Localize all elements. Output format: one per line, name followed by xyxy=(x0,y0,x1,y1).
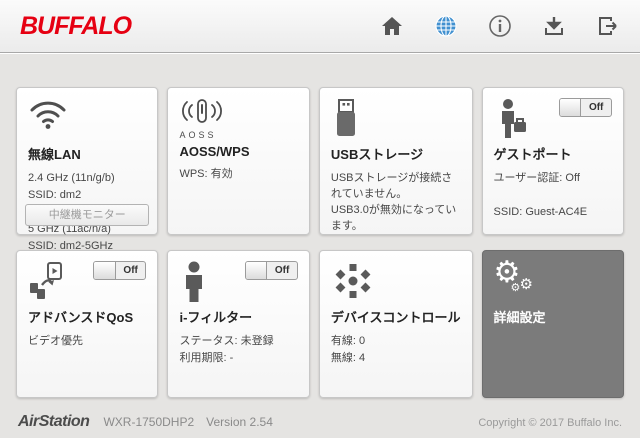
card-title: アドバンスドQoS xyxy=(28,310,134,325)
qos-mode: ビデオ優先 xyxy=(28,335,83,347)
repeater-monitor-button[interactable]: 中継機モニター xyxy=(25,204,150,226)
model-number: WXR-1750DHP2 xyxy=(103,415,195,429)
header: BUFFALO xyxy=(0,0,640,53)
card-i-filter[interactable]: Off i-フィルター ステータス: 未登録 利用期限: - xyxy=(167,250,310,398)
toggle-knob xyxy=(94,262,116,279)
card-guest-port[interactable]: Off ゲストポート ユーザー認証: Off SSID: Guest-AC4E xyxy=(481,87,624,235)
toggle-label: Off xyxy=(123,265,138,276)
wifi-icon xyxy=(30,101,66,129)
footer: AirStation WXR-1750DHP2 Version 2.54 Cop… xyxy=(0,398,640,431)
guest-port-toggle[interactable]: Off xyxy=(558,98,612,117)
card-advanced-settings[interactable]: ⚙ ⚙ ⚙ 詳細設定 xyxy=(481,250,624,398)
info-icon[interactable] xyxy=(488,14,512,38)
card-wireless-lan[interactable]: 無線LAN 2.4 GHz (11n/g/b) SSID: dm2 5 GHz … xyxy=(16,87,159,252)
gears-icon: ⚙ ⚙ ⚙ xyxy=(493,256,533,294)
card-device-control[interactable]: デバイスコントロール 有線: 0 無線: 4 xyxy=(318,250,473,398)
home-icon[interactable] xyxy=(380,14,404,38)
qos-toggle[interactable]: Off xyxy=(93,261,147,280)
card-title: AOSS/WPS xyxy=(179,144,250,159)
card-title: ゲストポート xyxy=(493,147,572,162)
buffalo-logo: BUFFALO xyxy=(20,11,132,40)
copyright: Copyright © 2017 Buffalo Inc. xyxy=(478,417,622,429)
wps-status: WPS: 有効 xyxy=(179,168,233,180)
card-title: 詳細設定 xyxy=(493,310,546,325)
card-usb-storage[interactable]: USBストレージ USBストレージが接続されていません。 USB3.0が無効にな… xyxy=(318,87,473,235)
i-filter-toggle[interactable]: Off xyxy=(244,261,298,280)
usb-icon xyxy=(336,99,355,136)
logout-icon[interactable] xyxy=(596,14,620,38)
header-icons xyxy=(380,14,620,38)
usb-status: USBストレージが接続されていません。 xyxy=(330,172,453,200)
usb3-status: USB3.0が無効になっています。 xyxy=(330,204,457,232)
dashboard: 無線LAN 2.4 GHz (11n/g/b) SSID: dm2 5 GHz … xyxy=(0,53,640,398)
filter-status: ステータス: 未登録 xyxy=(179,335,274,347)
guest-icon xyxy=(501,99,526,138)
toggle-knob xyxy=(559,99,582,116)
card-title: デバイスコントロール xyxy=(330,310,461,325)
wired-count: 有線: 0 xyxy=(330,335,366,347)
aoss-caption: AOSS xyxy=(179,130,217,140)
card-title: i-フィルター xyxy=(179,310,253,325)
card-grid: 無線LAN 2.4 GHz (11n/g/b) SSID: dm2 5 GHz … xyxy=(16,87,624,398)
aoss-icon xyxy=(182,99,223,123)
wireless-24ghz: 2.4 GHz (11n/g/b) xyxy=(28,172,115,184)
wireless-count: 無線: 4 xyxy=(330,352,366,364)
card-title: 無線LAN xyxy=(28,147,81,162)
guest-ssid: SSID: Guest-AC4E xyxy=(493,206,588,218)
card-title: USBストレージ xyxy=(330,147,424,162)
card-advanced-qos[interactable]: Off アドバンスドQoS ビデオ優先 xyxy=(16,250,159,398)
download-icon[interactable] xyxy=(542,14,566,38)
airstation-logo: AirStation xyxy=(18,413,90,430)
toggle-knob xyxy=(245,262,268,279)
wireless-24ghz-ssid: SSID: dm2 xyxy=(28,189,82,201)
toggle-label: Off xyxy=(588,102,604,113)
devices-icon xyxy=(335,264,371,298)
toggle-label: Off xyxy=(274,265,290,276)
globe-icon[interactable] xyxy=(434,14,458,38)
qos-icon xyxy=(30,262,62,299)
firmware-version: Version 2.54 xyxy=(206,415,273,429)
guest-auth: ユーザー認証: Off xyxy=(493,172,580,184)
filter-expiry: 利用期限: - xyxy=(179,352,234,364)
card-aoss-wps[interactable]: AOSS AOSS/WPS WPS: 有効 xyxy=(167,87,310,235)
person-icon xyxy=(186,261,203,302)
